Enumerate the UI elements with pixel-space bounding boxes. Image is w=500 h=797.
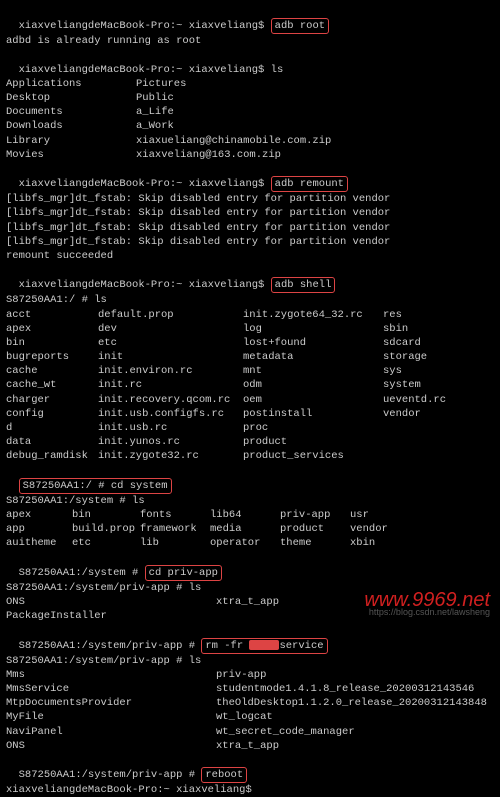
output-line: remount succeeded [6, 249, 494, 263]
list-row: binetclost+foundsdcard [6, 336, 494, 350]
shell-prompt: S87250AA1:/system/priv-app # reboot [6, 753, 494, 783]
list-row: MyFilewt_logcat [6, 710, 494, 724]
list-row: apexbinfontslib64priv-appusr [6, 508, 494, 522]
list-row: dinit.usb.rcproc [6, 421, 494, 435]
cmd-adb-root: adb root [271, 18, 329, 34]
shell-prompt: S87250AA1:/system/priv-app # ls [6, 654, 494, 668]
list-row: auithemeetcliboperatorthemexbin [6, 536, 494, 550]
list-row: cache_wtinit.rcodmsystem [6, 378, 494, 392]
cmd-adb-shell: adb shell [271, 277, 336, 293]
list-row: apexdevlogsbin [6, 322, 494, 336]
list-row: Mmspriv-app [6, 668, 494, 682]
list-row: Downloadsa_Work [6, 119, 494, 133]
shell-prompt: S87250AA1:/ # ls [6, 293, 494, 307]
cmd-reboot: reboot [201, 767, 247, 783]
prompt-line: xiaxveliangdeMacBook-Pro:~ xiaxveliang$ … [6, 263, 494, 293]
cmd-rm-fr: rm -fr service [201, 638, 327, 654]
list-row: acctdefault.propinit.zygote64_32.rcres [6, 308, 494, 322]
list-row: Moviesxiaxveliang@163.com.zip [6, 148, 494, 162]
list-row: MtpDocumentsProvidertheOldDesktop1.1.2.0… [6, 696, 494, 710]
output-line: [libfs_mgr]dt_fstab: Skip disabled entry… [6, 235, 494, 249]
output-line: [libfs_mgr]dt_fstab: Skip disabled entry… [6, 221, 494, 235]
output-line: [libfs_mgr]dt_fstab: Skip disabled entry… [6, 206, 494, 220]
list-row: cacheinit.environ.rcmntsys [6, 364, 494, 378]
list-row: chargerinit.recovery.qcom.rcoemueventd.r… [6, 393, 494, 407]
list-row: ONSxtra_t_app [6, 739, 494, 753]
cmd-adb-remount: adb remount [271, 176, 348, 192]
list-row: MmsServicestudentmode1.4.1.8_release_202… [6, 682, 494, 696]
credit-text: https://blog.csdn.net/lawsheng [369, 606, 490, 618]
list-row: appbuild.propframeworkmediaproductvendor [6, 522, 494, 536]
prompt-line[interactable]: xiaxveliangdeMacBook-Pro:~ xiaxveliang$ [6, 783, 494, 797]
prompt-line: xiaxveliangdeMacBook-Pro:~ xiaxveliang$ … [6, 49, 494, 77]
list-row: Libraryxiaxueliang@chinamobile.com.zip [6, 134, 494, 148]
prompt-line: xiaxveliangdeMacBook-Pro:~ xiaxveliang$ … [6, 4, 494, 34]
redacted-text [249, 640, 279, 650]
list-row: Documentsa_Life [6, 105, 494, 119]
output-line: adbd is already running as root [6, 34, 494, 48]
list-row: debug_ramdiskinit.zygote32.rcproduct_ser… [6, 449, 494, 463]
list-row: bugreportsinitmetadatastorage [6, 350, 494, 364]
cmd-cd-priv-app: cd priv-app [145, 565, 222, 581]
shell-prompt: S87250AA1:/system # ls [6, 494, 494, 508]
cmd-cd-system: S87250AA1:/ # cd system [19, 478, 172, 494]
output-line: [libfs_mgr]dt_fstab: Skip disabled entry… [6, 192, 494, 206]
list-row: configinit.usb.configfs.rcpostinstallven… [6, 407, 494, 421]
list-row: datainit.yunos.rcproduct [6, 435, 494, 449]
list-row: NaviPanelwt_secret_code_manager [6, 725, 494, 739]
shell-prompt: S87250AA1:/system # cd priv-app [6, 551, 494, 581]
list-row: ApplicationsPictures [6, 77, 494, 91]
list-row: DesktopPublic [6, 91, 494, 105]
shell-prompt: S87250AA1:/system/priv-app # rm -fr serv… [6, 623, 494, 653]
shell-prompt: S87250AA1:/ # cd system [6, 464, 494, 494]
prompt-line: xiaxveliangdeMacBook-Pro:~ xiaxveliang$ … [6, 162, 494, 192]
